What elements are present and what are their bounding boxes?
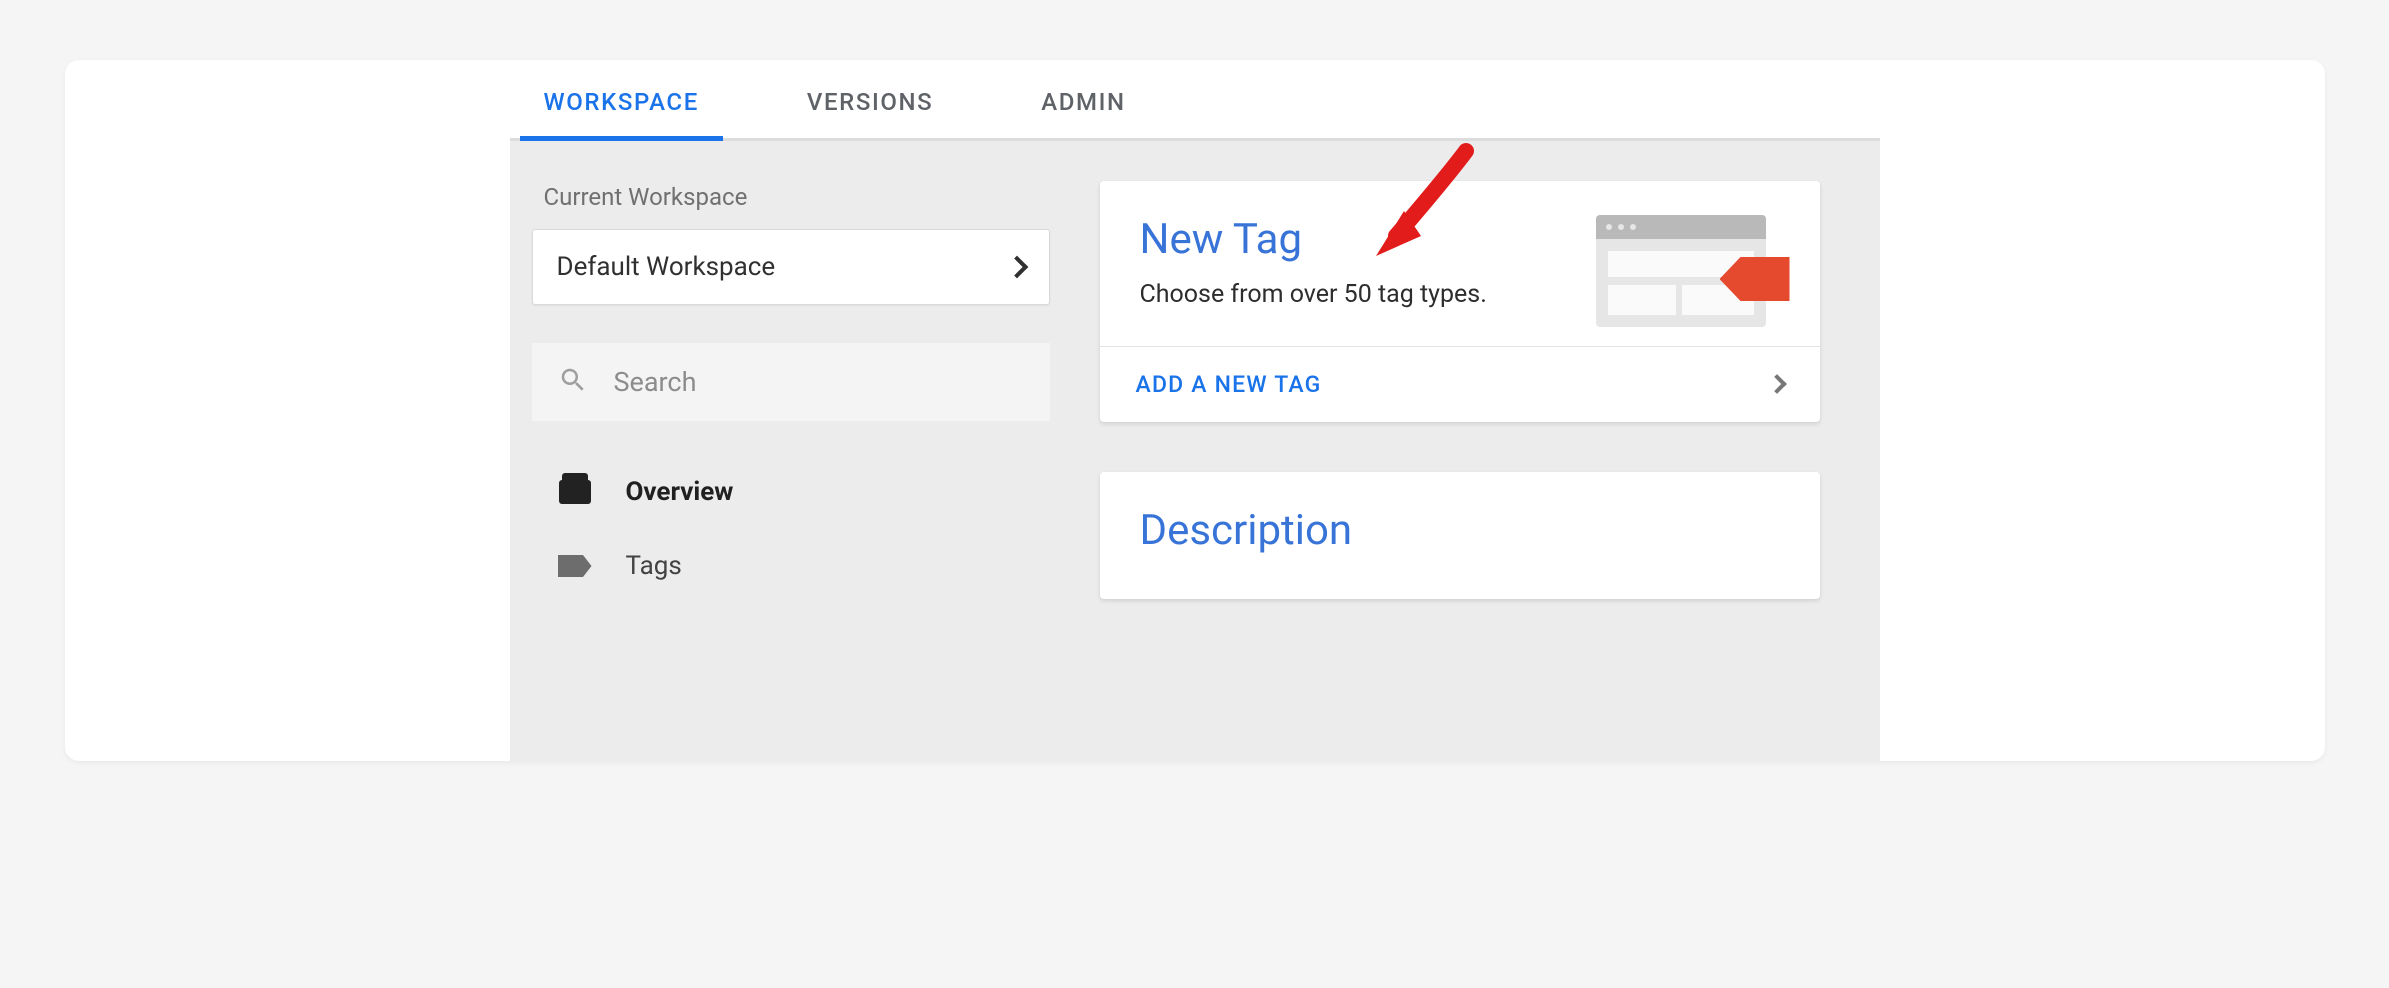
top-tabs: WORKSPACE VERSIONS ADMIN (510, 60, 1880, 141)
add-new-tag-button[interactable]: ADD A NEW TAG (1100, 346, 1820, 422)
chevron-right-icon (1005, 256, 1028, 279)
tab-admin[interactable]: ADMIN (1017, 60, 1149, 138)
app-frame: WORKSPACE VERSIONS ADMIN Current Workspa… (65, 60, 2325, 761)
body-area: Current Workspace Default Workspace Sear… (510, 141, 1880, 761)
sidebar-item-tags[interactable]: Tags (532, 529, 1050, 603)
tab-workspace[interactable]: WORKSPACE (520, 60, 723, 138)
description-card: Description (1100, 472, 1820, 599)
sidebar: Current Workspace Default Workspace Sear… (510, 181, 1050, 761)
overview-icon (558, 478, 592, 506)
tag-illustration (1596, 215, 1786, 335)
new-tag-card: New Tag Choose from over 50 tag types. (1100, 181, 1820, 422)
search-input[interactable]: Search (532, 343, 1050, 421)
current-workspace-label: Current Workspace (532, 181, 1050, 229)
card-title: Description (1140, 506, 1780, 555)
workspace-name: Default Workspace (557, 252, 776, 282)
content-frame: WORKSPACE VERSIONS ADMIN Current Workspa… (510, 60, 1880, 761)
sidebar-item-label: Overview (626, 477, 734, 507)
search-icon (558, 365, 588, 399)
card-action-label: ADD A NEW TAG (1136, 371, 1322, 398)
card-header: Description (1100, 472, 1820, 599)
search-placeholder: Search (614, 366, 697, 398)
card-header: New Tag Choose from over 50 tag types. (1100, 181, 1820, 346)
sidebar-nav: Overview Tags (532, 455, 1050, 603)
main-content: New Tag Choose from over 50 tag types. (1100, 181, 1880, 761)
sidebar-item-label: Tags (626, 551, 682, 581)
card-subtitle: Choose from over 50 tag types. (1140, 276, 1520, 314)
chevron-right-icon (1767, 374, 1787, 394)
workspace-selector[interactable]: Default Workspace (532, 229, 1050, 305)
tag-icon (558, 552, 592, 580)
tab-versions[interactable]: VERSIONS (783, 60, 957, 138)
sidebar-item-overview[interactable]: Overview (532, 455, 1050, 529)
